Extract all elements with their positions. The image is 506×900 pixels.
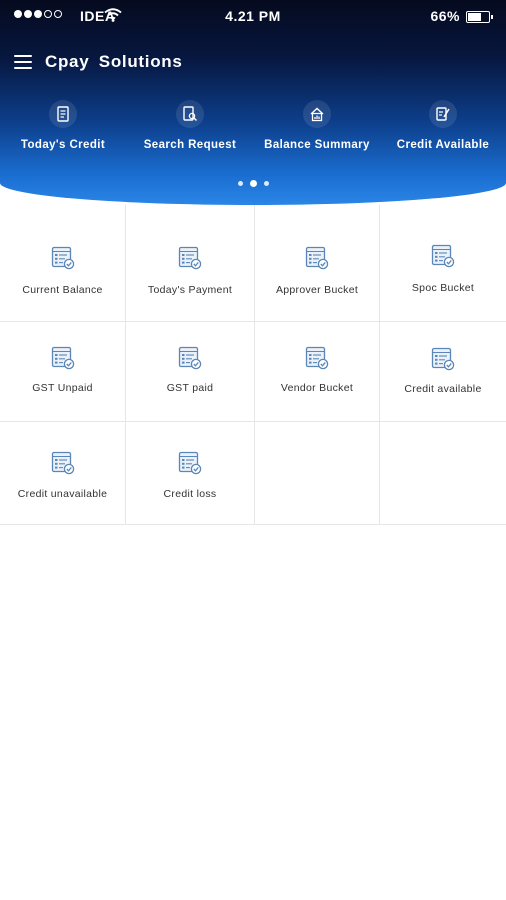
report-document-icon bbox=[380, 243, 506, 269]
status-bar: IDEA 4.21 PM 66% bbox=[0, 0, 506, 34]
tile-label: GST Unpaid bbox=[32, 382, 93, 394]
app-bar: Cpay Solutions bbox=[0, 44, 506, 82]
page-dot[interactable] bbox=[237, 181, 243, 186]
report-document-icon bbox=[0, 345, 125, 371]
search-document-icon bbox=[176, 100, 204, 128]
quick-action-credit-available[interactable]: Credit Available bbox=[380, 100, 506, 151]
document-pen-icon bbox=[429, 100, 457, 128]
page-dot[interactable] bbox=[263, 181, 269, 186]
battery-level bbox=[468, 13, 481, 21]
hamburger-menu-icon[interactable] bbox=[14, 55, 32, 69]
report-document-icon bbox=[126, 450, 254, 476]
tile-gst-paid[interactable]: GST paid bbox=[126, 322, 255, 422]
tile-spoc-bucket[interactable]: Spoc Bucket bbox=[380, 205, 506, 322]
quick-action-label: Credit Available bbox=[396, 139, 490, 151]
report-document-icon bbox=[255, 345, 379, 371]
quick-actions: Today's Credit Search Request Balance Su… bbox=[0, 100, 506, 164]
quick-action-todays-credit[interactable]: Today's Credit bbox=[0, 100, 126, 151]
tile-label: Credit available bbox=[404, 383, 482, 395]
page-indicator bbox=[0, 180, 506, 187]
quick-action-label: Search Request bbox=[143, 139, 237, 151]
report-document-icon bbox=[0, 450, 125, 476]
quick-action-balance-summary[interactable]: Balance Summary bbox=[254, 100, 380, 151]
quick-action-label: Today's Credit bbox=[20, 139, 106, 151]
battery-icon bbox=[466, 11, 493, 23]
home-chart-icon bbox=[303, 100, 331, 128]
tile-label: Spoc Bucket bbox=[411, 282, 475, 294]
tile-vendor-bucket[interactable]: Vendor Bucket bbox=[255, 322, 380, 422]
page-dot-active[interactable] bbox=[249, 180, 257, 187]
tile-today-s-payment[interactable]: Today's Payment bbox=[126, 205, 255, 322]
report-document-icon bbox=[255, 245, 379, 271]
report-document-icon bbox=[0, 245, 125, 271]
tile-label: Current Balance bbox=[22, 284, 103, 296]
tile-label: Vendor Bucket bbox=[280, 382, 354, 394]
header: IDEA 4.21 PM 66% Cpay Solutions Today's … bbox=[0, 0, 506, 205]
document-icon bbox=[49, 100, 77, 128]
tile-label: Approver Bucket bbox=[275, 284, 359, 296]
app-title: Cpay Solutions bbox=[45, 52, 183, 71]
dashboard-grid: Current Balance Today's Payment Approver B… bbox=[0, 205, 506, 525]
empty-tile bbox=[380, 422, 506, 525]
tile-label: GST paid bbox=[166, 382, 214, 394]
tile-approver-bucket[interactable]: Approver Bucket bbox=[255, 205, 380, 322]
tile-label: Credit unavailable bbox=[17, 488, 108, 500]
tile-credit-unavailable[interactable]: Credit unavailable bbox=[0, 422, 126, 525]
empty-tile bbox=[255, 422, 380, 525]
tile-label: Credit loss bbox=[163, 488, 217, 500]
quick-action-label: Balance Summary bbox=[264, 139, 370, 151]
report-document-icon bbox=[126, 245, 254, 271]
tile-current-balance[interactable]: Current Balance bbox=[0, 205, 126, 322]
tile-label: Today's Payment bbox=[147, 284, 233, 296]
quick-action-search-request[interactable]: Search Request bbox=[127, 100, 253, 151]
tile-credit-loss[interactable]: Credit loss bbox=[126, 422, 255, 525]
report-document-icon bbox=[380, 346, 506, 372]
tile-credit-available[interactable]: Credit available bbox=[380, 322, 506, 422]
report-document-icon bbox=[126, 345, 254, 371]
battery-percent: 66% bbox=[430, 8, 460, 24]
tile-gst-unpaid[interactable]: GST Unpaid bbox=[0, 322, 126, 422]
